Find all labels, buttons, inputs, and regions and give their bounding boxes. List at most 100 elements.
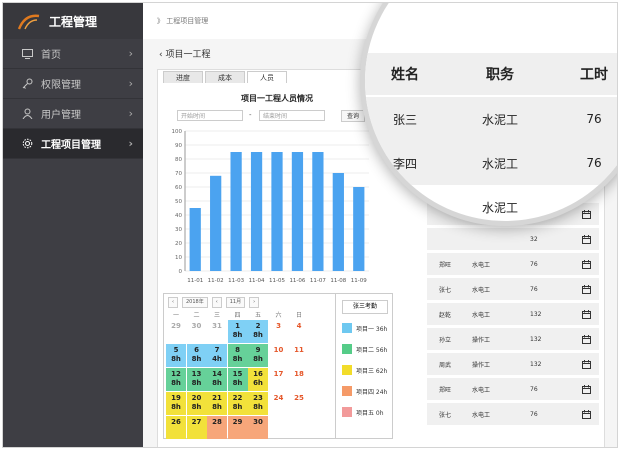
cell-hours: 76 (530, 260, 538, 268)
prev-icon[interactable]: ‹ (211, 297, 222, 308)
calendar-day[interactable]: 25 (289, 392, 309, 415)
cell-hours: 132 (530, 310, 542, 318)
calendar-day[interactable]: 21 8h (207, 392, 227, 415)
calendar-day[interactable] (289, 416, 309, 439)
calendar-icon[interactable] (574, 234, 599, 244)
calendar-icon[interactable] (574, 384, 599, 394)
chevron-right-icon: › (128, 137, 133, 150)
legend-label: 项目五 0h (356, 409, 384, 417)
cell-name: 张七 (439, 411, 452, 419)
end-date-input[interactable]: 结束时间 (259, 110, 325, 121)
attendance-legend: 张三考勤 项目一 36h 项目二 56h 项目三 62h 项目四 24h 项目五 0h (335, 293, 393, 439)
calendar-day[interactable]: 30 (248, 416, 268, 439)
calendar-day[interactable]: 23 8h (248, 392, 268, 415)
calendar-day[interactable]: 30 (187, 320, 207, 343)
cell-role: 水电工 (472, 411, 491, 419)
cell-name: 周武 (439, 361, 452, 369)
calendar-day[interactable]: 16 6h (248, 368, 268, 391)
attendance-calendar: ‹ 2018年 ‹ 11月 › 一二三四五六日 29 30 31 1 8h 2 8h 3 4 5 8h… (163, 293, 351, 439)
calendar-day[interactable]: 26 (166, 416, 186, 439)
weekday-label: 四 (234, 312, 241, 319)
bar-11-02 (210, 175, 222, 271)
calendar-day[interactable]: 3 (269, 320, 289, 343)
calendar-day[interactable]: 29 (166, 320, 186, 343)
calendar-day[interactable]: 24 (269, 392, 289, 415)
sidebar-item-0[interactable]: 首页 › (3, 39, 143, 69)
calendar-day[interactable]: 22 8h (227, 392, 248, 415)
app-header: 工程管理 (3, 3, 143, 39)
tab-0[interactable]: 进度 (163, 71, 203, 83)
cell-hours: 76 (586, 200, 602, 214)
y-tick-label: 70 (175, 171, 182, 177)
y-tick-label: 30 (175, 227, 182, 233)
calendar-day[interactable]: 6 8h (186, 344, 207, 367)
legend-swatch (342, 344, 352, 354)
calendar-day[interactable]: 7 4h (207, 344, 227, 367)
calendar-day[interactable]: 17 (269, 368, 289, 391)
calendar-day[interactable]: 5 8h (166, 344, 186, 367)
y-tick-label: 40 (175, 213, 182, 219)
prev-month-icon[interactable]: ‹ (168, 297, 178, 308)
y-tick-label: 100 (172, 129, 183, 135)
sidebar-item-2[interactable]: 用户管理 › (3, 99, 143, 129)
day-hours: 8h (191, 355, 202, 363)
day-number: 17 (273, 370, 284, 378)
query-button[interactable]: 查询 (341, 110, 365, 122)
weekday-label: 五 (254, 312, 261, 319)
next-month-icon[interactable]: › (249, 297, 260, 308)
calendar-icon[interactable] (574, 359, 599, 369)
day-number: 6 (194, 346, 199, 354)
calendar-day[interactable]: 20 8h (186, 392, 207, 415)
sidebar-item-1[interactable]: 权限管理 › (3, 69, 143, 99)
year-select[interactable]: 2018年 (182, 297, 208, 308)
cell-hours: 132 (530, 360, 542, 368)
calendar-day[interactable]: 1 8h (227, 320, 248, 343)
calendar-day[interactable]: 13 8h (186, 368, 207, 391)
calendar-icon[interactable] (574, 259, 599, 269)
calendar-day[interactable]: 12 8h (166, 368, 186, 391)
y-tick-label: 20 (175, 241, 182, 247)
calendar-day[interactable]: 9 8h (248, 344, 268, 367)
chart-title: 项目一工程人员情况 (241, 94, 313, 103)
sidebar-item-3[interactable]: 工程项目管理 › (3, 129, 143, 159)
start-date-input[interactable]: 开始时间 (177, 110, 243, 121)
calendar-day[interactable]: 14 8h (207, 368, 227, 391)
calendar-day[interactable]: 11 (289, 344, 309, 367)
calendar-day[interactable]: 28 (207, 416, 227, 439)
cell-name: 孙立 (439, 336, 452, 344)
calendar-day[interactable]: 31 (207, 320, 227, 343)
app-title: 工程管理 (49, 14, 98, 29)
weekday-label: 六 (275, 312, 282, 319)
calendar-icon[interactable] (574, 409, 599, 419)
calendar-day[interactable]: 4 (289, 320, 309, 343)
x-tick-label: 11-05 (269, 278, 285, 284)
sidebar-item-label: 首页 (41, 50, 61, 61)
calendar-day[interactable]: 27 (186, 416, 207, 439)
day-number: 25 (294, 394, 304, 402)
calendar-day[interactable]: 19 8h (166, 392, 186, 415)
month-select[interactable]: 11月 (225, 297, 246, 308)
chevron-right-icon: › (128, 77, 133, 90)
day-hours: 8h (212, 379, 222, 387)
calendar-icon[interactable] (574, 309, 599, 319)
day-number: 31 (212, 322, 222, 330)
day-number: 18 (294, 370, 304, 378)
legend-item: 项目一 36h (342, 322, 387, 334)
calendar-day[interactable]: 2 8h (248, 320, 268, 343)
calendar-day[interactable]: 8 8h (227, 344, 248, 367)
tab-2[interactable]: 人员 (247, 71, 287, 83)
calendar-day[interactable]: 10 (269, 344, 289, 367)
calendar-day[interactable] (269, 416, 289, 439)
calendar-day[interactable]: 18 (289, 368, 309, 391)
calendar-day[interactable]: 15 8h (227, 368, 248, 391)
tab-1[interactable]: 成本 (205, 71, 245, 83)
back-link[interactable]: ‹ 项目一工程 (159, 47, 210, 60)
magnified-row: 张三 水泥工 76 (365, 97, 617, 141)
cell-role: 水电工 (472, 311, 491, 319)
cell-hours: 76 (530, 285, 538, 293)
calendar-icon[interactable] (574, 284, 599, 294)
calendar-icon[interactable] (574, 334, 599, 344)
y-tick-label: 80 (175, 157, 182, 163)
calendar-day[interactable]: 29 (227, 416, 248, 439)
day-hours: 8h (171, 355, 181, 363)
